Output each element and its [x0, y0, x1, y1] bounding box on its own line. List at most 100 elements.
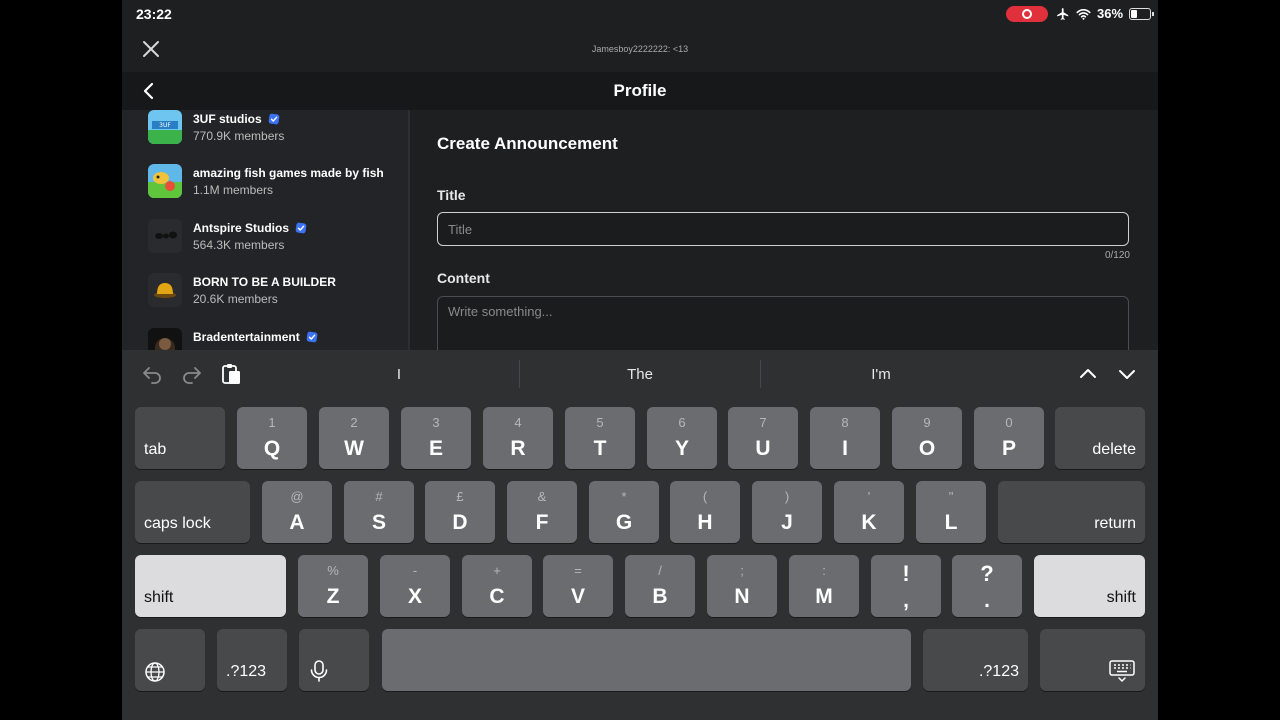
- key-b[interactable]: / B: [625, 555, 695, 617]
- key-c[interactable]: + C: [462, 555, 532, 617]
- group-members: 20.6K members: [193, 292, 278, 306]
- key-alt: *: [621, 489, 627, 504]
- screen-record-indicator: [1006, 6, 1048, 22]
- key-comma[interactable]: !,: [871, 555, 941, 617]
- key-alt: %: [327, 563, 339, 578]
- key-l[interactable]: " L: [916, 481, 986, 543]
- key-label: delete: [1092, 441, 1136, 458]
- key-alt: ;: [740, 563, 744, 578]
- group-item-bradentertainment[interactable]: Bradentertainment: [148, 328, 398, 350]
- wifi-icon: [1076, 8, 1091, 20]
- key-main: N: [734, 585, 750, 608]
- key-d[interactable]: £ D: [425, 481, 495, 543]
- key-numbers-right[interactable]: .?123: [923, 629, 1028, 691]
- key-main: E: [428, 437, 443, 460]
- suggestion-bar: I The I'm: [122, 350, 1158, 398]
- group-item-born-to-be-a-builder[interactable]: BORN TO BE A BUILDER 20.6K members: [148, 273, 398, 317]
- key-x[interactable]: -X: [380, 555, 450, 617]
- key-main: Y: [674, 437, 689, 460]
- key-w[interactable]: 2W: [319, 407, 389, 469]
- key-f[interactable]: & F: [507, 481, 577, 543]
- key-n[interactable]: ; N: [707, 555, 777, 617]
- key-shift-right[interactable]: shift: [1034, 555, 1145, 617]
- key-p[interactable]: 0P: [974, 407, 1044, 469]
- key-alt: ": [948, 489, 954, 504]
- key-alt: 4: [514, 415, 522, 430]
- key-main: .: [984, 589, 990, 612]
- key-u[interactable]: 7U: [728, 407, 798, 469]
- key-caps-lock[interactable]: caps lock: [135, 481, 250, 543]
- key-t[interactable]: 5T: [565, 407, 635, 469]
- key-globe[interactable]: [135, 629, 205, 691]
- key-tab[interactable]: tab: [135, 407, 225, 469]
- key-main: G: [615, 511, 633, 534]
- suggestion-separator: [760, 360, 761, 388]
- key-label: tab: [144, 441, 167, 458]
- key-s[interactable]: # S: [344, 481, 414, 543]
- key-z[interactable]: % Z: [298, 555, 368, 617]
- announcement-form: Create Announcement Title 0/120 Content: [410, 110, 1158, 376]
- key-e[interactable]: 3E: [401, 407, 471, 469]
- status-icons: 36%: [1056, 6, 1155, 21]
- key-alt: ': [867, 489, 871, 504]
- key-o[interactable]: 9O: [892, 407, 962, 469]
- undo-icon[interactable]: [140, 362, 164, 386]
- redo-icon[interactable]: [180, 362, 204, 386]
- key-v[interactable]: = V: [543, 555, 613, 617]
- group-item-3uf-studios[interactable]: 3UF 3UF studios 770.9K members: [148, 110, 398, 154]
- key-shift-left[interactable]: shift: [135, 555, 286, 617]
- key-r[interactable]: 4R: [483, 407, 553, 469]
- title-label: Title: [437, 187, 466, 203]
- key-main: J: [781, 511, 793, 534]
- suggestion-1[interactable]: I: [299, 366, 499, 383]
- key-h[interactable]: (H: [670, 481, 740, 543]
- chevron-up-icon[interactable]: [1076, 362, 1100, 386]
- key-a[interactable]: @ A: [262, 481, 332, 543]
- key-g[interactable]: * G: [589, 481, 659, 543]
- key-main: Z: [326, 585, 340, 608]
- airplane-icon: [1057, 7, 1069, 20]
- key-i[interactable]: 8I: [810, 407, 880, 469]
- key-label: caps lock: [144, 515, 211, 532]
- key-numbers-left[interactable]: .?123: [217, 629, 287, 691]
- chevron-down-icon[interactable]: [1115, 362, 1139, 386]
- clipboard-paste-icon[interactable]: [219, 362, 243, 386]
- key-y[interactable]: 6Y: [647, 407, 717, 469]
- key-main: F: [535, 511, 549, 534]
- key-dictation[interactable]: [299, 629, 369, 691]
- key-period[interactable]: ?.: [952, 555, 1022, 617]
- battery-percent: 36%: [1097, 6, 1124, 21]
- key-main: R: [510, 437, 526, 460]
- group-name: Bradentertainment: [193, 330, 318, 344]
- key-space[interactable]: [382, 629, 911, 691]
- microphone-icon: [310, 660, 328, 682]
- title-input[interactable]: [437, 212, 1129, 246]
- key-label: .?123: [978, 663, 1019, 680]
- suggestion-separator: [519, 360, 520, 388]
- key-alt: 2: [350, 415, 358, 430]
- key-alt: 5: [596, 415, 604, 430]
- screen: 23:22 36% Jamesboy2222222: <13 Profile 3…: [122, 0, 1158, 720]
- key-delete[interactable]: delete: [1055, 407, 1145, 469]
- key-return[interactable]: return: [998, 481, 1145, 543]
- key-alt: 8: [841, 415, 849, 430]
- group-members: 770.9K members: [193, 129, 285, 143]
- suggestion-2[interactable]: The: [540, 366, 740, 383]
- verified-badge-icon: [306, 331, 318, 343]
- key-main: I: [842, 437, 848, 460]
- suggestion-3[interactable]: I'm: [781, 366, 981, 383]
- key-main: T: [593, 437, 607, 460]
- group-name: Antspire Studios: [193, 221, 307, 235]
- key-main: X: [407, 585, 422, 608]
- key-hide-keyboard[interactable]: [1040, 629, 1145, 691]
- key-label: shift: [1106, 589, 1136, 606]
- key-label: return: [1094, 515, 1136, 532]
- key-q[interactable]: 1Q: [237, 407, 307, 469]
- group-item-amazing-fish-games[interactable]: amazing fish games made by fish 1.1M mem…: [148, 164, 398, 208]
- group-item-antspire-studios[interactable]: Antspire Studios 564.3K members: [148, 219, 398, 263]
- key-j[interactable]: ) J: [752, 481, 822, 543]
- key-alt: ): [784, 489, 790, 504]
- key-m[interactable]: :M: [789, 555, 859, 617]
- key-k[interactable]: ' K: [834, 481, 904, 543]
- window-title: Jamesboy2222222: <13: [591, 44, 689, 54]
